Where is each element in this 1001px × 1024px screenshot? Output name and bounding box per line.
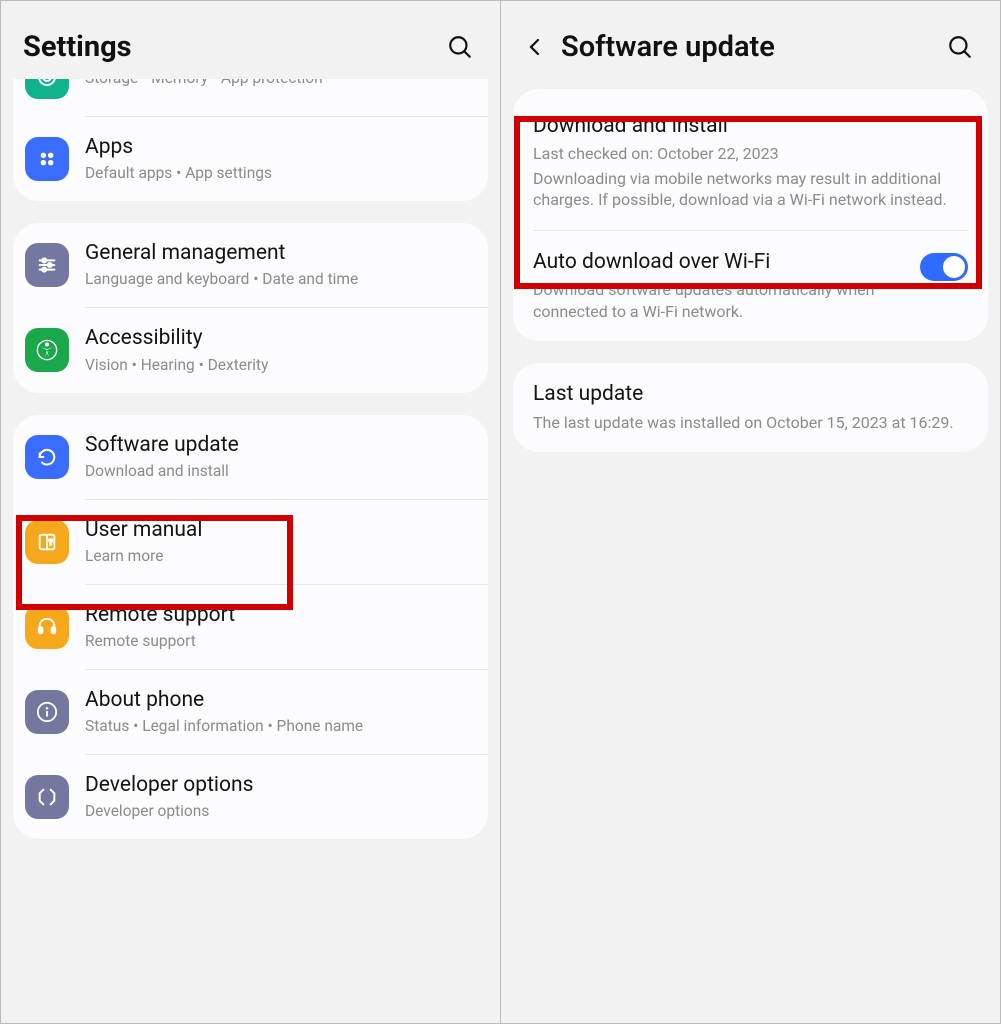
item-title: Remote support <box>85 602 478 628</box>
settings-item-general-management[interactable]: General management Language and keyboard… <box>13 223 488 307</box>
item-subtitle: Vision • Hearing • Dexterity <box>85 355 478 376</box>
auto-download-wifi[interactable]: Auto download over Wi-Fi Download softwa… <box>513 231 988 341</box>
item-subtitle: Download and install <box>85 461 478 482</box>
settings-item-user-manual[interactable]: ? User manual Learn more <box>13 500 488 584</box>
apps-icon <box>25 137 69 181</box>
device-care-icon <box>25 79 69 99</box>
search-icon <box>447 34 473 60</box>
item-subtitle: Storage • Memory • App protection <box>85 79 478 89</box>
item-title: Auto download over Wi-Fi <box>533 249 908 275</box>
item-title: Apps <box>85 134 478 160</box>
back-button[interactable] <box>523 35 547 59</box>
accessibility-icon <box>25 328 69 372</box>
auto-download-toggle[interactable] <box>920 253 968 281</box>
page-title: Software update <box>561 30 942 64</box>
item-subtitle: Remote support <box>85 631 478 652</box>
software-update-screen: Software update Download and install Las… <box>500 0 1001 1024</box>
developer-options-icon <box>25 775 69 819</box>
item-subtitle: Learn more <box>85 546 478 567</box>
last-update[interactable]: Last update The last update was installe… <box>513 363 988 452</box>
settings-item-developer-options[interactable]: Developer options Developer options <box>13 755 488 839</box>
search-button[interactable] <box>942 29 978 65</box>
about-phone-icon <box>25 690 69 734</box>
update-card: Download and install Last checked on: Oc… <box>513 89 988 341</box>
item-title: Download and install <box>533 113 968 139</box>
settings-item-apps[interactable]: Apps Default apps • App settings <box>13 117 488 201</box>
item-description: Download software updates automatically … <box>533 279 908 322</box>
settings-item-remote-support[interactable]: Remote support Remote support <box>13 585 488 669</box>
item-title: Last update <box>533 381 968 407</box>
item-subtitle: Default apps • App settings <box>85 163 478 184</box>
item-title: Accessibility <box>85 325 478 351</box>
item-title: Developer options <box>85 772 478 798</box>
item-title: About phone <box>85 687 478 713</box>
general-management-icon <box>25 243 69 287</box>
page-title: Settings <box>23 30 442 64</box>
item-description: The last update was installed on October… <box>533 412 968 434</box>
svg-text:?: ? <box>49 538 53 548</box>
user-manual-icon: ? <box>25 520 69 564</box>
remote-support-icon <box>25 605 69 649</box>
item-subtitle: Status • Legal information • Phone name <box>85 716 478 737</box>
item-subtitle: Developer options <box>85 801 478 822</box>
header: Software update <box>501 1 1000 83</box>
settings-item-device-care[interactable]: Device care Storage • Memory • App prote… <box>13 79 488 116</box>
item-title: User manual <box>85 517 478 543</box>
search-icon <box>947 34 973 60</box>
header: Settings <box>1 1 500 83</box>
search-button[interactable] <box>442 29 478 65</box>
settings-group-3: Software update Download and install ? U… <box>13 415 488 840</box>
settings-group-2: General management Language and keyboard… <box>13 223 488 392</box>
software-update-icon <box>25 435 69 479</box>
settings-screen: Settings Device care Storage • Memory • … <box>0 0 500 1024</box>
item-last-checked: Last checked on: October 22, 2023 <box>533 143 968 165</box>
item-subtitle: Language and keyboard • Date and time <box>85 269 478 290</box>
item-title: Software update <box>85 432 478 458</box>
item-title: General management <box>85 240 478 266</box>
last-update-card: Last update The last update was installe… <box>513 363 988 452</box>
download-and-install[interactable]: Download and install Last checked on: Oc… <box>513 89 988 230</box>
settings-item-accessibility[interactable]: Accessibility Vision • Hearing • Dexteri… <box>13 308 488 392</box>
settings-item-about-phone[interactable]: About phone Status • Legal information •… <box>13 670 488 754</box>
settings-item-software-update[interactable]: Software update Download and install <box>13 415 488 499</box>
chevron-left-icon <box>523 35 547 59</box>
settings-group-1: Device care Storage • Memory • App prote… <box>13 79 488 201</box>
item-description: Downloading via mobile networks may resu… <box>533 168 968 211</box>
